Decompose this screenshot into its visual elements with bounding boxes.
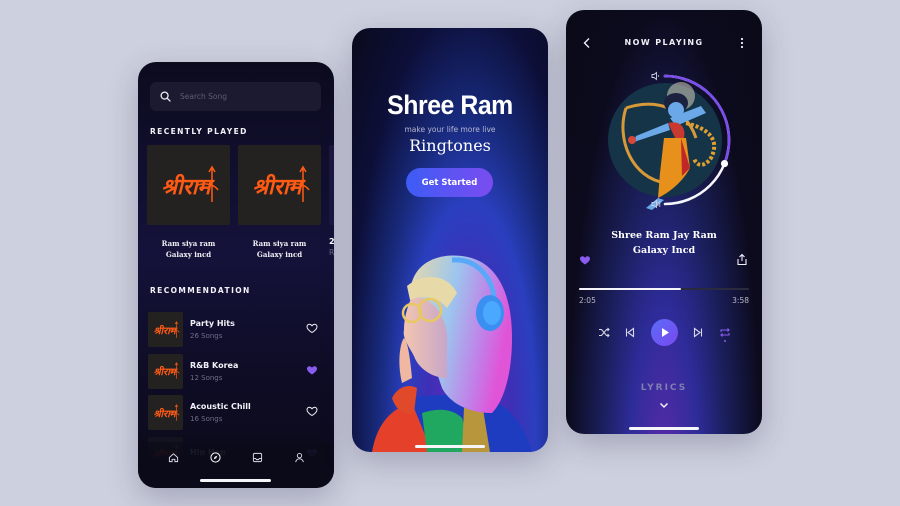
playlist-name: Acoustic Chill [190,402,251,412]
now-playing-screen: NOW PLAYING Shree Ram Jay Ram Galaxy Inc… [566,10,762,434]
shri-ram-calligraphy-icon: श्रीराम [161,165,219,202]
shri-ram-calligraphy-icon: श्रीराम [153,320,179,338]
playlist-count: 26 Songs [190,332,223,341]
playlist-item[interactable]: श्रीराम Acoustic Chill 16 Songs [148,392,324,434]
recent-album-card[interactable]: श्रीराम Ram siya ram Galaxy incd [238,145,321,260]
app-subtitle: Ringtones [409,136,491,155]
playlist-name: R&B Korea [190,360,239,370]
album-title: Ram siya ram [161,239,216,248]
playlist-count: 16 Songs [190,415,223,424]
search-input[interactable] [180,92,310,101]
playlist-item[interactable]: श्रीराम R&B Korea 12 Songs [148,351,324,393]
user-icon[interactable] [294,452,305,463]
app-title: Shree Ram [387,90,513,120]
album-cover [329,145,334,225]
share-icon[interactable] [736,253,748,266]
lyrics-label[interactable]: LYRICS [566,383,762,393]
playlist-thumb: श्रीराम [148,395,183,431]
playback-progress-fill [579,288,681,290]
browse-screen: RECENTLY PLAYED श्रीराम Ram siya ram Gala… [138,62,334,488]
album-art-with-volume [586,68,746,218]
svg-text:श्रीराम: श्रीराम [161,173,215,200]
svg-text:श्रीराम: श्रीराम [153,324,177,337]
album-artist: Re [329,248,334,257]
total-time: 3:58 [732,296,749,305]
home-indicator [629,427,699,430]
playlist-thumb: श्रीराम [148,312,183,348]
welcome-screen: Shree Ram make your life more live Ringt… [352,28,548,452]
home-indicator [415,445,485,448]
playback-progress-bar[interactable] [579,288,749,290]
album-artist: Galaxy incd [165,250,212,259]
song-info: Shree Ram Jay Ram Galaxy Incd [566,228,762,258]
playlist-item[interactable]: श्रीराम Party Hits 26 Songs [148,309,324,351]
play-icon [661,328,669,337]
svg-text:श्रीराम: श्रीराम [153,407,177,420]
shri-ram-calligraphy-icon: श्रीराम [252,165,310,202]
svg-text:श्रीराम: श्रीराम [252,173,306,200]
chevron-down-icon[interactable] [659,402,669,409]
shuffle-icon[interactable] [598,327,610,338]
recent-album-card[interactable]: श्रीराम Ram siya ram Galaxy incd [147,145,230,260]
playback-controls [566,318,762,348]
shri-ram-calligraphy-icon: श्रीराम [153,403,179,421]
home-indicator [200,479,271,482]
previous-icon[interactable] [625,327,635,338]
album-title: Ram siya ram [252,239,307,248]
playlist-name: Party Hits [190,319,235,329]
album-art [608,71,731,210]
album-title: 21 [329,237,334,246]
search-bar[interactable] [150,82,321,111]
volume-slider-knob[interactable] [720,159,729,168]
search-icon [160,91,171,102]
recently-played-list: श्रीराम Ram siya ram Galaxy incd श्रीराम … [147,145,334,260]
album-cover: श्रीराम [147,145,230,225]
recent-album-card[interactable]: 21 Re [329,145,334,260]
more-options-icon[interactable] [738,37,746,49]
album-artist: Galaxy incd [256,250,303,259]
heart-outline-icon[interactable] [306,405,318,417]
bottom-nav [138,452,334,463]
get-started-button[interactable]: Get Started [406,168,493,197]
svg-text:श्रीराम: श्रीराम [153,365,177,378]
shri-ram-calligraphy-icon: श्रीराम [153,362,179,379]
song-title: Shree Ram Jay Ram [611,230,717,241]
elapsed-time: 2:05 [579,296,596,305]
girl-with-headphones-illustration [372,255,532,452]
repeat-icon[interactable] [719,326,731,344]
now-playing-title: NOW PLAYING [624,38,704,47]
next-icon[interactable] [693,327,703,338]
heart-outline-icon[interactable] [306,322,318,334]
album-cover: श्रीराम [238,145,321,225]
heart-filled-icon[interactable] [306,364,318,376]
volume-low-icon [651,71,660,81]
recently-played-heading: RECENTLY PLAYED [150,127,248,136]
inbox-icon[interactable] [252,452,263,463]
home-icon[interactable] [168,452,179,463]
recommendation-heading: RECOMMENDATION [150,286,251,295]
heart-filled-icon[interactable] [579,254,591,266]
play-button[interactable] [651,319,678,346]
app-tagline: make your life more live [404,125,496,134]
player-header: NOW PLAYING [566,37,762,51]
playlist-count: 12 Songs [190,373,223,382]
compass-icon[interactable] [209,452,221,463]
playlist-thumb: श्रीराम [148,353,183,389]
song-artist: Galaxy Incd [632,245,696,256]
